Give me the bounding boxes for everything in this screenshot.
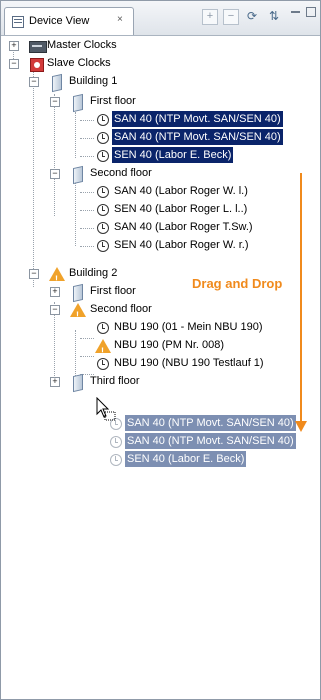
tree-item-label: NBU 190 (PM Nr. 008)	[114, 339, 225, 351]
clock-icon	[95, 202, 111, 218]
tree-item-label: SEN 40 (Labor Roger W. r.)	[114, 239, 249, 251]
clock-warning-icon: !	[95, 338, 111, 356]
warning-icon: !	[49, 266, 65, 284]
drag-arrow	[300, 173, 302, 423]
clock-icon	[108, 452, 124, 468]
tree-item-label: NBU 190 (01 - Mein NBU 190)	[114, 321, 263, 333]
clock-icon	[95, 130, 111, 146]
tab-label: Device View	[29, 15, 90, 27]
clock-icon	[95, 184, 111, 200]
expand-toggle[interactable]: +	[50, 287, 60, 297]
drag-arrow-head-icon	[295, 421, 307, 432]
clock-icon	[95, 356, 111, 372]
slave-clock-icon	[29, 56, 45, 72]
minimize-view-icon[interactable]	[291, 11, 300, 13]
collapse-all-icon[interactable]: −	[223, 9, 239, 25]
tree-item-label: SAN 40 (Labor Roger W. l.)	[114, 185, 248, 197]
drag-ghost-label: SAN 40 (NTP Movt. SAN/SEN 40)	[125, 433, 296, 449]
master-clock-icon	[29, 38, 47, 54]
tree-item-label: First floor	[90, 285, 136, 297]
tab-device-view[interactable]: Device View ×	[4, 7, 134, 35]
tree-item-label: First floor	[90, 95, 136, 107]
view-titlebar: Device View × + − ⟳ ⇅	[1, 1, 320, 36]
refresh-icon[interactable]: ⟳	[245, 9, 259, 23]
clock-icon	[95, 220, 111, 236]
floor-icon	[70, 373, 86, 393]
building-icon	[49, 73, 65, 93]
clock-icon	[95, 238, 111, 254]
tree-item-label: Master Clocks	[47, 39, 117, 51]
tree-item-label: SEN 40 (Labor Roger L. l..)	[114, 203, 248, 215]
collapse-toggle[interactable]: −	[29, 269, 39, 279]
tree-item-label: SAN 40 (NTP Movt. SAN/SEN 40)	[112, 129, 283, 145]
drag-cursor-icon	[96, 397, 116, 421]
tree-item-label: NBU 190 (NBU 190 Testlauf 1)	[114, 357, 264, 369]
drag-ghost-label: SEN 40 (Labor E. Beck)	[125, 451, 247, 467]
sort-icon[interactable]: ⇅	[267, 9, 281, 23]
collapse-toggle[interactable]: −	[50, 169, 60, 179]
tab-close-icon[interactable]: ×	[117, 14, 123, 25]
drag-ghost-label: SAN 40 (NTP Movt. SAN/SEN 40)	[125, 415, 296, 431]
clock-icon	[95, 148, 111, 164]
tree-item-label: Building 2	[69, 267, 118, 279]
expand-all-icon[interactable]: +	[202, 9, 218, 25]
floor-icon	[70, 165, 86, 185]
tree-item-label: SAN 40 (Labor Roger T.Sw.)	[114, 221, 253, 233]
tree-item-label: Second floor	[90, 303, 152, 315]
clock-icon	[95, 320, 111, 336]
floor-icon	[70, 283, 86, 303]
device-view-panel: Device View × + − ⟳ ⇅ + Master Clocks − …	[0, 0, 321, 700]
warning-icon: !	[70, 302, 86, 320]
clock-icon	[108, 434, 124, 450]
collapse-toggle[interactable]: −	[29, 77, 39, 87]
clock-icon	[95, 112, 111, 128]
tree-item-label: Third floor	[90, 375, 140, 387]
tree-item-label: Slave Clocks	[47, 57, 111, 69]
tree-item-label: SEN 40 (Labor E. Beck)	[112, 147, 234, 163]
collapse-toggle[interactable]: −	[50, 97, 60, 107]
device-view-icon	[12, 16, 24, 28]
floor-icon	[70, 93, 86, 113]
collapse-toggle[interactable]: −	[9, 59, 19, 69]
collapse-toggle[interactable]: −	[50, 305, 60, 315]
device-tree: + Master Clocks − Slave Clocks − Buildin…	[1, 37, 320, 697]
expand-toggle[interactable]: +	[9, 41, 19, 51]
tree-item-label: Second floor	[90, 167, 152, 179]
tree-item-label: Building 1	[69, 75, 118, 87]
maximize-view-icon[interactable]	[306, 7, 316, 17]
expand-toggle[interactable]: +	[50, 377, 60, 387]
drag-and-drop-annotation: Drag and Drop	[192, 276, 283, 291]
tree-item-label: SAN 40 (NTP Movt. SAN/SEN 40)	[112, 111, 283, 127]
